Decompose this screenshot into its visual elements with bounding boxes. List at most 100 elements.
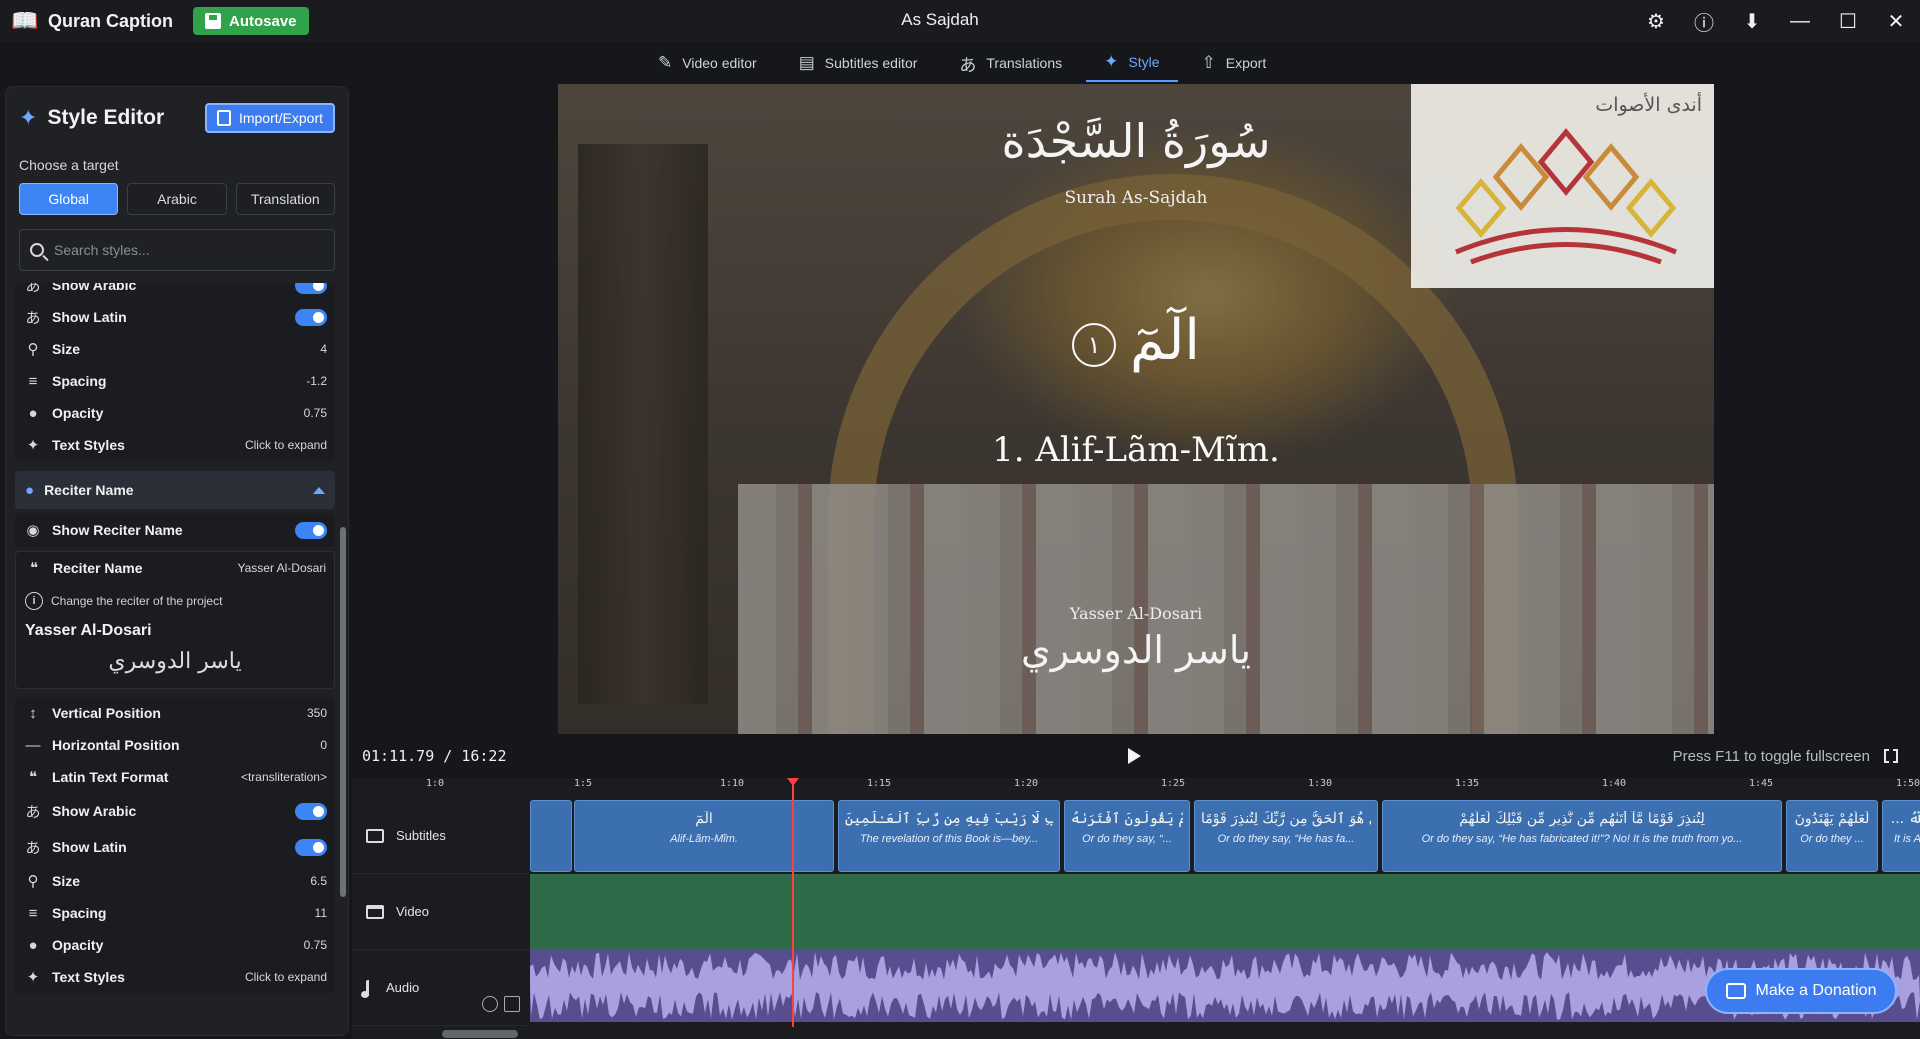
style-row-horizontal-position[interactable]: — Horizontal Position 0 (15, 729, 335, 761)
download-icon[interactable]: ⬇ (1728, 0, 1776, 42)
style-row-show-arabic[interactable]: あ Show Arabic (15, 793, 335, 829)
toggle-switch[interactable] (295, 838, 327, 856)
timeline-scrollbar[interactable] (442, 1030, 518, 1038)
toggle-switch[interactable] (295, 521, 327, 539)
style-row-vertical-position[interactable]: ↕ Vertical Position 350 (15, 697, 335, 729)
subtitle-clip[interactable]: ... ٱللَّهُ It is A... (1882, 800, 1920, 872)
clip-arabic-text: تَنزِيلُ ٱلْكِتَـٰبِ لَا رَيْبَ فِيهِ مِ… (845, 811, 1053, 827)
toggle-switch[interactable] (295, 283, 327, 294)
quote-icon: ❝ (29, 560, 39, 577)
settings-gear-icon[interactable]: ⚙ (1632, 0, 1680, 42)
make-donation-button[interactable]: Make a Donation (1705, 968, 1897, 1014)
timeline[interactable]: 1:0 1:5 1:10 1:15 1:20 1:25 1:30 1:35 1:40 1:45 1:… (352, 778, 1920, 1039)
tab-label: Subtitles editor (824, 55, 918, 71)
row-label: Size (52, 341, 81, 357)
line-spacing-icon: ≡ (28, 904, 38, 922)
playhead[interactable] (787, 778, 799, 1027)
subtitle-clip[interactable] (530, 800, 572, 872)
waveform-icon[interactable] (504, 996, 520, 1012)
toggle-switch[interactable] (295, 802, 327, 820)
style-row-text-styles[interactable]: ✦ Text Styles Click to expand (15, 429, 335, 461)
row-value: <transliteration> (240, 770, 327, 784)
clipboard-icon (216, 110, 231, 126)
reciter-name-section-header[interactable]: ● Reciter Name (15, 471, 335, 509)
tab-label: Translations (986, 55, 1063, 71)
subtitle-clip[interactable]: الٓمٓ Alif-Lãm-Mĩm. (574, 800, 834, 872)
style-row-show-reciter-name[interactable]: ◉ Show Reciter Name (15, 513, 335, 547)
opacity-drop-icon: ● (28, 404, 38, 422)
tab-style[interactable]: ✦ Style (1086, 44, 1178, 82)
tab-label: Export (1225, 55, 1267, 71)
reciter-display-name: Yasser Al-Dosari (25, 622, 152, 639)
subtitle-clip[interactable]: تَنزِيلُ ٱلْكِتَـٰبِ لَا رَيْبَ فِيهِ مِ… (838, 800, 1060, 872)
subtitles-icon (366, 828, 384, 843)
search-input[interactable] (54, 242, 314, 258)
row-value: 6.5 (310, 874, 327, 888)
style-row-spacing[interactable]: ≡ Spacing -1.2 (15, 365, 335, 397)
clip-translation-text: The revelation of this Book is—bey... (859, 833, 1039, 845)
subtitle-clip[interactable]: أَمْ يَقُولُونَ ٱفْتَرَىٰهُ Or do they sa… (1064, 800, 1190, 872)
tab-export[interactable]: ⇧ Export (1184, 44, 1285, 82)
subtitle-clip[interactable]: لِتُنذِرَ قَوْمًا مَّآ أَتَىٰهُم مِّن نَ… (1382, 800, 1782, 872)
style-row-size[interactable]: ⚲ Size 6.5 (15, 865, 335, 897)
style-row-size[interactable]: ⚲ Size 4 (15, 333, 335, 365)
lower-style-group: ↕ Vertical Position 350 — Horizontal Positi… (15, 697, 335, 993)
row-label: Reciter Name (53, 560, 143, 576)
close-icon[interactable]: ✕ (1872, 0, 1920, 42)
import-export-button[interactable]: Import/Export (204, 103, 335, 133)
subtitles-track[interactable]: الٓمٓ Alif-Lãm-Mĩm. تَنزِيلُ ٱلْكِتَـٰبِ ل… (530, 798, 1920, 874)
panel-scrollbar[interactable] (340, 527, 346, 897)
ruler-tick: 1:0 (426, 778, 445, 789)
ruler-tick: 1:45 (1749, 778, 1774, 789)
maximize-icon[interactable]: ☐ (1824, 0, 1872, 42)
row-value: 350 (306, 706, 327, 720)
style-editor-panel: ✦ Style Editor Import/Export Choose a ta… (5, 86, 349, 1036)
reciter-calligraphy[interactable]: ياسر الدوسري (16, 640, 334, 682)
row-value: 11 (314, 906, 327, 920)
verse-translation: 1. Alif-Lãm-Mĩm. (992, 430, 1280, 470)
person-icon: ● (25, 481, 35, 499)
style-list[interactable]: あ Show Arabic あ Show Latin ⚲ Size 4 ≡ Spacing… (6, 283, 344, 1035)
style-search[interactable] (19, 229, 335, 271)
section-title: Reciter Name (44, 482, 134, 498)
fullscreen-icon[interactable] (1884, 748, 1898, 765)
style-row-text-styles[interactable]: ✦ Text Styles Click to expand (15, 961, 335, 993)
video-track[interactable] (530, 874, 1920, 950)
time-ruler[interactable]: 1:0 1:5 1:10 1:15 1:20 1:25 1:30 1:35 1:40 1:45 1:… (352, 778, 1920, 798)
style-row-opacity[interactable]: ● Opacity 0.75 (15, 929, 335, 961)
play-icon[interactable] (1128, 748, 1141, 764)
style-row-show-latin[interactable]: あ Show Latin (15, 301, 335, 333)
style-row-reciter-name[interactable]: ❝ Reciter Name Yasser Al-Dosari (16, 552, 334, 584)
time-display: 01:11.79 / 16:22 (362, 747, 507, 765)
row-label: Vertical Position (52, 705, 161, 721)
check-circle-icon[interactable] (482, 996, 498, 1012)
track-name: Audio (386, 980, 420, 995)
tab-subtitles-editor[interactable]: ▤ Subtitles editor (781, 44, 936, 82)
track-label-subtitles: Subtitles (352, 798, 530, 874)
style-row-spacing[interactable]: ≡ Spacing 11 (15, 897, 335, 929)
autosave-button[interactable]: Autosave (193, 7, 309, 35)
title-bar: 📖 Quran Caption Autosave As Sajdah ⚙ ⓘ ⬇… (0, 0, 1920, 42)
style-row-latin-text-format[interactable]: ❝ Latin Text Format <transliteration> (15, 761, 335, 793)
subtitle-clip[interactable]: بَلْ هُوَ ٱلْحَقُّ مِن رَّبِّكَ لِتُنذِر… (1194, 800, 1378, 872)
tab-translations[interactable]: あ Translations (941, 44, 1080, 82)
subtitle-clip[interactable]: لَعَلَّهُمْ يَهْتَدُونَ Or do they ... (1786, 800, 1878, 872)
style-row-opacity[interactable]: ● Opacity 0.75 (15, 397, 335, 429)
target-translation-button[interactable]: Translation (235, 183, 335, 215)
row-value: Click to expand (244, 438, 327, 452)
ruler-tick: 1:35 (1455, 778, 1480, 789)
video-preview[interactable]: أندى الأصوات سُورَةُ السَّجْدَة Surah As… (558, 84, 1714, 734)
help-icon[interactable]: ⓘ (1680, 0, 1728, 42)
target-arabic-button[interactable]: Arabic (127, 183, 227, 215)
style-row-show-arabic[interactable]: あ Show Arabic (15, 283, 335, 301)
row-label: Text Styles (52, 437, 125, 453)
tab-video-editor[interactable]: ✎ Video editor (640, 44, 775, 82)
translate-icon: あ (25, 283, 41, 295)
style-row-show-latin[interactable]: あ Show Latin (15, 829, 335, 865)
row-label: Show Arabic (52, 283, 137, 293)
target-global-button[interactable]: Global (19, 183, 119, 215)
row-value: -1.2 (306, 374, 327, 388)
tab-label: Video editor (682, 55, 757, 71)
minimize-icon[interactable]: — (1776, 0, 1824, 42)
toggle-switch[interactable] (295, 308, 327, 326)
